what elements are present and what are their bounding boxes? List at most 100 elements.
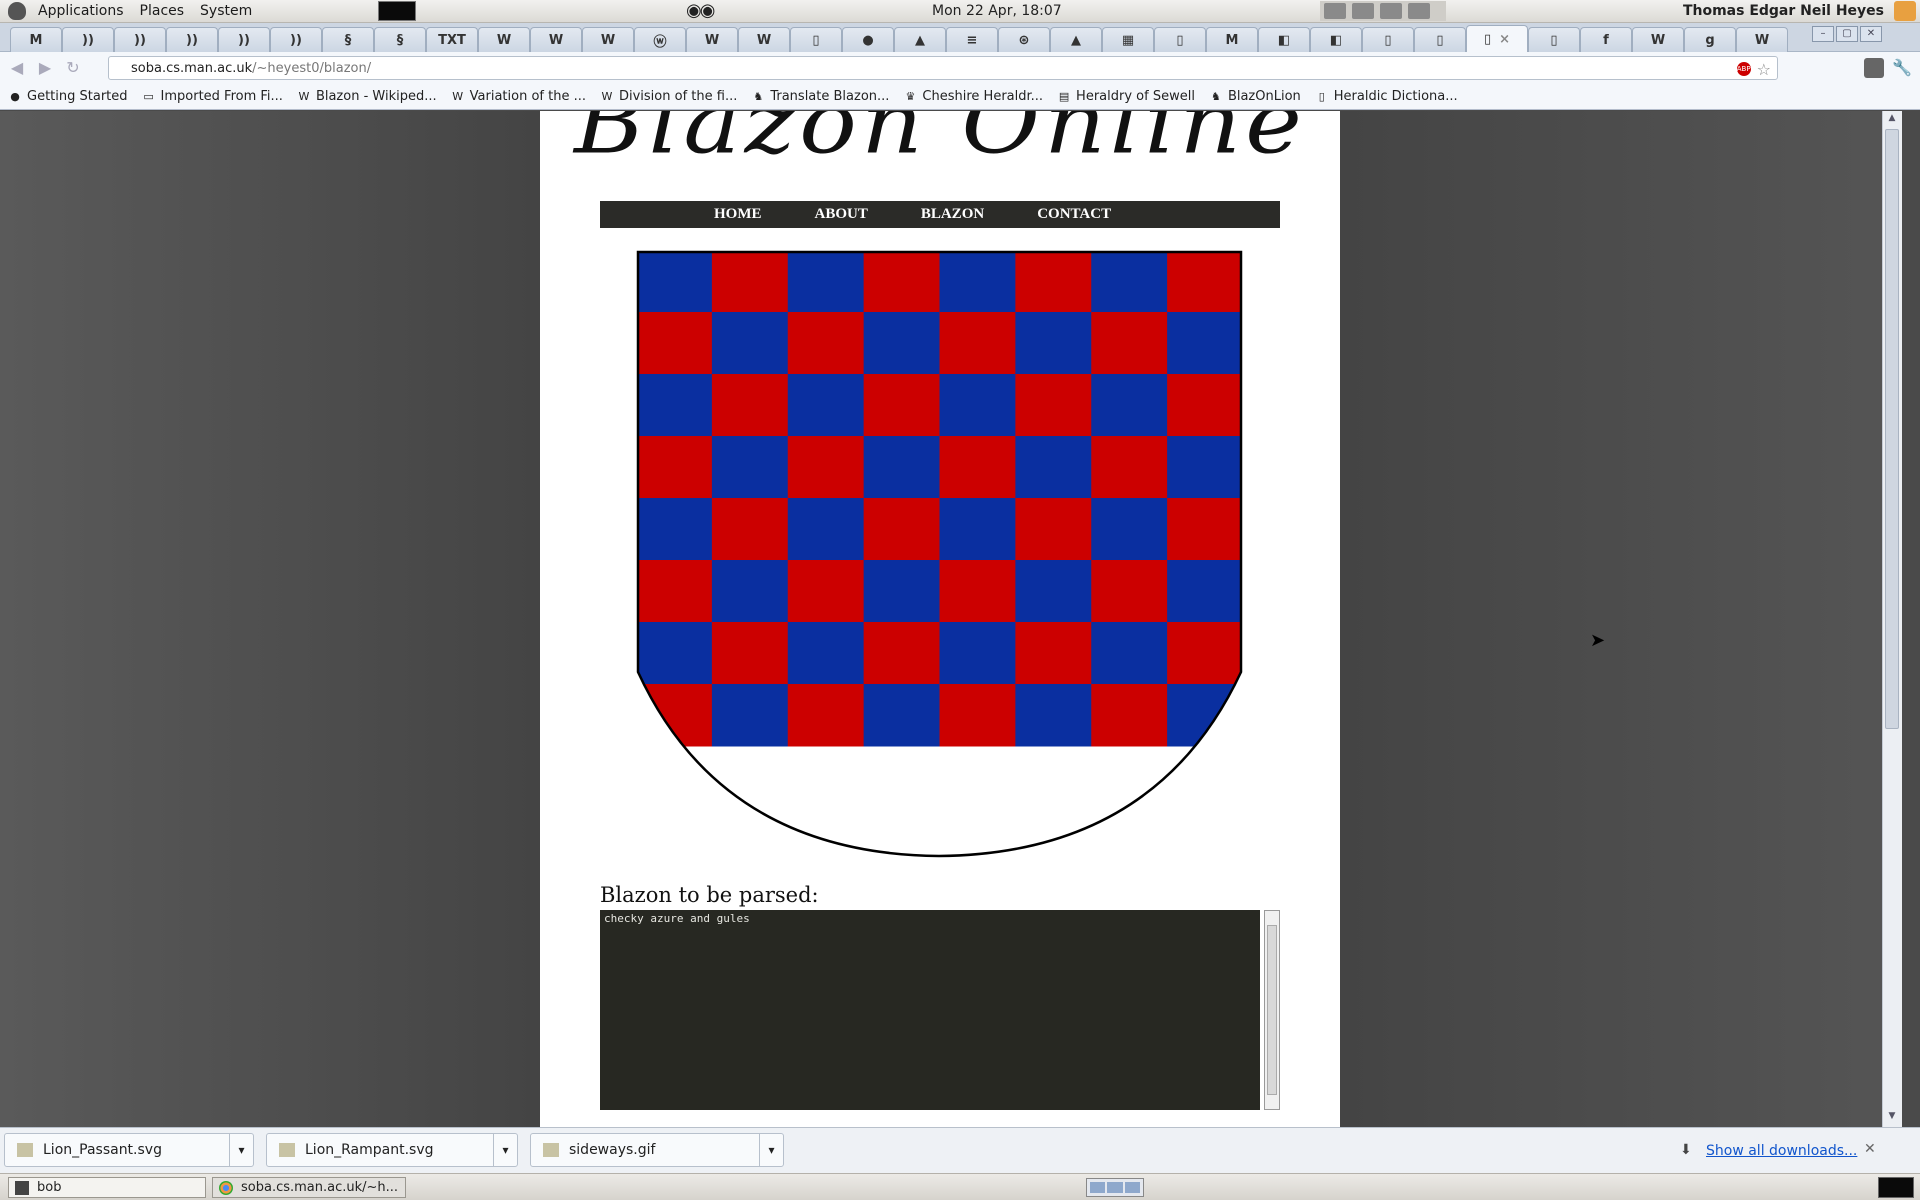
blank-page-icon: ▯ bbox=[812, 32, 820, 48]
check-azure bbox=[638, 622, 713, 685]
taskbar-item-terminal[interactable]: bob bbox=[8, 1177, 206, 1198]
download-item[interactable]: sideways.gif ▾ bbox=[530, 1133, 784, 1167]
browser-tab[interactable]: ● bbox=[842, 27, 894, 52]
bookmark-item[interactable]: ● Getting Started bbox=[8, 89, 127, 104]
scroll-down-icon[interactable]: ▼ bbox=[1885, 1111, 1899, 1125]
browser-tab[interactable]: g bbox=[1684, 27, 1736, 52]
check-azure bbox=[638, 498, 713, 561]
bookmark-item[interactable]: ▤ Heraldry of Sewell bbox=[1057, 89, 1195, 104]
close-shelf-icon[interactable]: ✕ bbox=[1864, 1141, 1876, 1157]
check-gules bbox=[1091, 436, 1168, 499]
check-azure bbox=[863, 560, 940, 623]
browser-tab[interactable]: )) bbox=[166, 27, 218, 52]
nav-contact[interactable]: CONTACT bbox=[1037, 206, 1111, 223]
system-monitor-icon[interactable] bbox=[378, 1, 417, 21]
browser-tab[interactable]: W bbox=[1632, 27, 1684, 52]
browser-tab[interactable]: ▯ bbox=[1154, 27, 1206, 52]
chevron-down-icon[interactable]: ▾ bbox=[229, 1134, 253, 1166]
browser-tab[interactable]: ▲ bbox=[1050, 27, 1102, 52]
bookmark-item[interactable]: W Division of the fi... bbox=[600, 89, 738, 104]
window-tray-icon[interactable] bbox=[1408, 3, 1430, 19]
minimize-icon[interactable]: – bbox=[1812, 26, 1834, 42]
browser-tab[interactable]: M bbox=[1206, 27, 1258, 52]
wrench-menu-icon[interactable]: 🔧 bbox=[1892, 58, 1912, 77]
browser-tab[interactable]: )) bbox=[270, 27, 322, 52]
browser-tab[interactable]: W bbox=[530, 27, 582, 52]
bookmark-star-icon[interactable]: ☆ bbox=[1757, 60, 1771, 79]
chrome-tray-icon[interactable] bbox=[1324, 3, 1346, 19]
google-docs-icon: ≡ bbox=[966, 32, 978, 48]
system-menu[interactable]: System bbox=[192, 0, 260, 23]
nav-about[interactable]: ABOUT bbox=[815, 206, 868, 223]
bookmark-item[interactable]: ♞ BlazOnLion bbox=[1209, 89, 1301, 104]
check-azure bbox=[1091, 622, 1168, 685]
browser-tab[interactable]: ▯ bbox=[1362, 27, 1414, 52]
taskbar-item-browser[interactable]: soba.cs.man.ac.uk/~h... bbox=[212, 1177, 406, 1198]
nav-home[interactable]: HOME bbox=[714, 206, 762, 223]
browser-tab[interactable]: W bbox=[582, 27, 634, 52]
browser-tab[interactable]: )) bbox=[62, 27, 114, 52]
user-name[interactable]: Thomas Edgar Neil Heyes bbox=[1683, 3, 1884, 19]
page-scrollbar[interactable]: ▲ ▼ bbox=[1882, 111, 1902, 1127]
check-gules bbox=[1091, 684, 1168, 747]
bookmark-item[interactable]: ♛ Cheshire Heraldr... bbox=[903, 89, 1043, 104]
workspace-switcher[interactable] bbox=[1086, 1178, 1144, 1197]
maximize-icon[interactable]: ▢ bbox=[1836, 26, 1858, 42]
system-monitor-icon[interactable] bbox=[1878, 1177, 1914, 1198]
app-tray-icon[interactable] bbox=[1352, 3, 1374, 19]
browser-tab[interactable]: M bbox=[10, 27, 62, 52]
close-tab-icon[interactable]: × bbox=[1499, 32, 1510, 47]
show-all-downloads-link[interactable]: Show all downloads... bbox=[1706, 1143, 1857, 1159]
download-item[interactable]: Lion_Passant.svg ▾ bbox=[4, 1133, 254, 1167]
browser-tab[interactable]: W bbox=[478, 27, 530, 52]
browser-tab[interactable]: ▯ × bbox=[1466, 25, 1528, 52]
browser-tab[interactable]: f bbox=[1580, 27, 1632, 52]
browser-tab[interactable]: )) bbox=[114, 27, 166, 52]
browser-tab[interactable]: ≡ bbox=[946, 27, 998, 52]
reload-icon[interactable]: ↻ bbox=[62, 57, 84, 79]
input-scrollbar[interactable] bbox=[1264, 910, 1280, 1110]
close-window-icon[interactable]: ✕ bbox=[1860, 26, 1882, 42]
check-azure bbox=[787, 498, 865, 561]
svg-file-icon bbox=[17, 1143, 33, 1157]
bookmark-item[interactable]: ▭ Imported From Fi... bbox=[142, 89, 283, 104]
browser-tab[interactable]: TXT bbox=[426, 27, 478, 52]
bookmark-item[interactable]: ♞ Translate Blazon... bbox=[751, 89, 889, 104]
browser-tab[interactable]: ▯ bbox=[1414, 27, 1466, 52]
browser-tab[interactable]: ▯ bbox=[790, 27, 842, 52]
browser-tab[interactable]: ▲ bbox=[894, 27, 946, 52]
browser-tab[interactable]: ◧ bbox=[1310, 27, 1362, 52]
bookmark-item[interactable]: W Variation of the ... bbox=[451, 89, 586, 104]
places-menu[interactable]: Places bbox=[132, 0, 193, 23]
adblock-icon[interactable]: ABP bbox=[1736, 62, 1751, 76]
chevron-down-icon[interactable]: ▾ bbox=[493, 1134, 517, 1166]
browser-tab[interactable]: W bbox=[738, 27, 790, 52]
clock[interactable]: Mon 22 Apr, 18:07 bbox=[932, 3, 1062, 19]
forward-icon[interactable]: ▶ bbox=[34, 57, 56, 79]
blazon-input[interactable] bbox=[600, 910, 1260, 1110]
applications-menu[interactable]: Applications bbox=[30, 0, 132, 23]
scroll-up-icon[interactable]: ▲ bbox=[1885, 113, 1899, 127]
back-icon[interactable]: ◀ bbox=[6, 57, 28, 79]
browser-tab[interactable]: W bbox=[686, 27, 738, 52]
browser-tab[interactable]: § bbox=[374, 27, 426, 52]
check-gules bbox=[787, 684, 865, 747]
browser-tab[interactable]: § bbox=[322, 27, 374, 52]
browser-tab[interactable]: )) bbox=[218, 27, 270, 52]
browser-tab[interactable]: ⊛ bbox=[998, 27, 1050, 52]
browser-tab[interactable]: ◧ bbox=[1258, 27, 1310, 52]
browser-tab[interactable]: W bbox=[1736, 27, 1788, 52]
nav-blazon[interactable]: BLAZON bbox=[921, 206, 984, 223]
browser-tab[interactable]: ▦ bbox=[1102, 27, 1154, 52]
gnome-foot-icon[interactable] bbox=[8, 2, 26, 20]
user-avatar-icon[interactable] bbox=[1894, 1, 1916, 21]
bookmark-item[interactable]: ▯ Heraldic Dictiona... bbox=[1315, 89, 1458, 104]
browser-tab[interactable]: ⓦ bbox=[634, 27, 686, 52]
chevron-down-icon[interactable]: ▾ bbox=[759, 1134, 783, 1166]
extension-icon[interactable] bbox=[1864, 58, 1884, 78]
address-bar[interactable]: soba.cs.man.ac.uk/~heyest0/blazon/ ABP ☆ bbox=[108, 56, 1778, 80]
download-item[interactable]: Lion_Rampant.svg ▾ bbox=[266, 1133, 518, 1167]
browser-tab[interactable]: ▯ bbox=[1528, 27, 1580, 52]
app-tray-icon[interactable] bbox=[1380, 3, 1402, 19]
bookmark-item[interactable]: W Blazon - Wikiped... bbox=[297, 89, 436, 104]
